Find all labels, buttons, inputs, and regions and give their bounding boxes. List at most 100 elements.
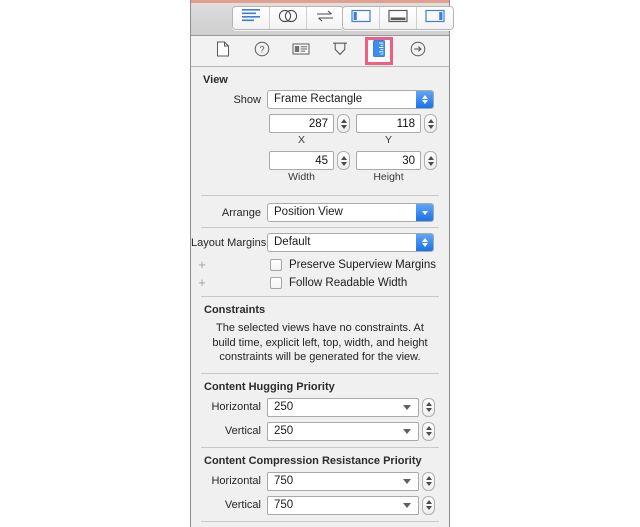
assistant-editor-button[interactable] xyxy=(270,7,307,29)
hugging-horizontal-row: Horizontal 250 xyxy=(191,397,449,417)
standard-editor-button[interactable] xyxy=(233,7,270,29)
question-circle-icon: ? xyxy=(254,41,270,62)
y-stepper[interactable] xyxy=(424,114,437,133)
hugging-vertical-combo[interactable]: 250 xyxy=(267,421,419,441)
compression-vertical-value: 750 xyxy=(274,499,294,511)
chevron-down-icon xyxy=(403,479,411,484)
venn-circles-icon xyxy=(278,9,298,28)
tab-connections-inspector[interactable] xyxy=(407,40,429,62)
arrange-popup[interactable]: Position View xyxy=(267,203,434,222)
width-caption: Width xyxy=(288,171,315,183)
show-popup-value: Frame Rectangle xyxy=(274,93,363,105)
svg-text:?: ? xyxy=(259,44,264,54)
layout-margins-popup-value: Default xyxy=(274,236,311,248)
follow-readable-width-label: Follow Readable Width xyxy=(289,276,408,289)
hugging-vertical-row: Vertical 250 xyxy=(191,421,449,441)
add-constraint-plus-icon[interactable]: + xyxy=(195,257,209,272)
left-panel-icon xyxy=(351,9,371,28)
right-panel-icon xyxy=(425,9,445,28)
layout-margins-row: Layout Margins Default xyxy=(191,233,449,252)
tab-attributes-inspector[interactable] xyxy=(329,40,351,62)
hugging-vertical-label: Vertical xyxy=(224,425,261,437)
divider-above-intrinsic-size xyxy=(201,520,439,522)
inspector-tab-bar[interactable]: ? xyxy=(191,36,449,67)
size-inspector-content: View Show Frame Rectangle 287 X 118 Y 45… xyxy=(191,67,449,527)
window-toolbar xyxy=(191,0,454,36)
layout-margins-popup[interactable]: Default xyxy=(267,233,434,252)
layout-margins-label: Layout Margins xyxy=(191,236,267,249)
slider-arrow-down-icon xyxy=(332,41,348,62)
navigator-toggle-button[interactable] xyxy=(343,7,380,29)
divider-above-hugging xyxy=(201,372,439,374)
document-icon xyxy=(216,41,230,62)
compression-horizontal-label: Horizontal xyxy=(211,475,261,487)
width-stepper[interactable] xyxy=(337,151,350,170)
preserve-superview-margins-checkbox[interactable] xyxy=(270,258,282,271)
divider-above-arrange xyxy=(201,195,439,196)
divider-above-compression xyxy=(201,446,439,448)
hugging-vertical-value: 250 xyxy=(274,425,294,437)
add-constraint-plus-icon[interactable]: + xyxy=(195,275,209,290)
version-editor-button[interactable] xyxy=(307,7,343,29)
follow-readable-width-checkbox[interactable] xyxy=(270,276,282,289)
divider-above-constraints xyxy=(201,296,439,297)
editor-mode-segmented-control[interactable] xyxy=(232,6,344,30)
divider-above-layout-margins xyxy=(201,227,439,228)
arrange-row: Arrange Position View xyxy=(191,203,449,222)
height-stepper[interactable] xyxy=(424,151,437,170)
view-toggle-segmented-control[interactable] xyxy=(342,6,454,30)
screenshot-root: ? View Show Frame Rectangle 287 X 118 Y … xyxy=(0,0,640,527)
hugging-horizontal-label: Horizontal xyxy=(211,401,261,413)
chevron-updown-icon xyxy=(416,91,433,108)
compression-resistance-title: Content Compression Resistance Priority xyxy=(204,454,422,467)
ruler-icon xyxy=(372,40,385,62)
id-card-icon xyxy=(292,42,310,61)
content-hugging-title: Content Hugging Priority xyxy=(204,380,335,393)
y-field[interactable]: 118 xyxy=(356,114,421,133)
arrow-right-circle-icon xyxy=(410,41,426,62)
tab-size-inspector[interactable] xyxy=(364,37,393,65)
hugging-horizontal-combo[interactable]: 250 xyxy=(267,397,419,417)
utilities-toggle-button[interactable] xyxy=(417,7,453,29)
follow-readable-width-row: + Follow Readable Width xyxy=(191,275,449,290)
arrange-label: Arrange xyxy=(221,206,261,219)
utilities-inspector-panel: ? View Show Frame Rectangle 287 X 118 Y … xyxy=(190,0,454,527)
compression-vertical-combo[interactable]: 750 xyxy=(267,495,419,515)
height-field[interactable]: 30 xyxy=(356,151,421,170)
frame-xy-row: 287 X 118 Y xyxy=(191,114,449,151)
lines-icon xyxy=(242,9,260,27)
y-caption: Y xyxy=(384,134,392,146)
compression-horizontal-row: Horizontal 750 xyxy=(191,471,449,491)
compression-horizontal-value: 750 xyxy=(274,475,294,487)
hugging-vertical-stepper[interactable] xyxy=(422,421,435,441)
preserve-superview-margins-label: Preserve Superview Margins xyxy=(289,258,437,271)
compression-horizontal-stepper[interactable] xyxy=(422,471,435,491)
bottom-panel-icon xyxy=(388,9,408,28)
chevron-down-icon xyxy=(403,429,411,434)
show-label: Show xyxy=(233,93,261,106)
tab-identity-inspector[interactable] xyxy=(290,40,312,62)
x-field[interactable]: 287 xyxy=(269,114,334,133)
hugging-horizontal-value: 250 xyxy=(274,401,294,413)
tab-quick-help-inspector[interactable]: ? xyxy=(251,40,273,62)
show-popup[interactable]: Frame Rectangle xyxy=(267,90,434,109)
preserve-superview-margins-row: + Preserve Superview Margins xyxy=(191,257,449,272)
frame-size-row: 45 Width 30 Height xyxy=(191,151,449,188)
compression-vertical-stepper[interactable] xyxy=(422,495,435,515)
compression-horizontal-combo[interactable]: 750 xyxy=(267,471,419,491)
constraints-description: The selected views have no constraints. … xyxy=(212,322,428,363)
compression-vertical-row: Vertical 750 xyxy=(191,495,449,515)
width-field[interactable]: 45 xyxy=(269,151,334,170)
chevron-down-icon xyxy=(403,503,411,508)
chevron-updown-icon xyxy=(416,234,433,251)
view-section-title: View xyxy=(203,74,228,86)
hugging-horizontal-stepper[interactable] xyxy=(422,397,435,417)
show-row: Show Frame Rectangle xyxy=(191,90,449,109)
x-caption: X xyxy=(297,134,305,146)
tab-file-inspector[interactable] xyxy=(212,40,234,62)
debug-area-toggle-button[interactable] xyxy=(380,7,417,29)
height-caption: Height xyxy=(373,171,404,183)
chevron-down-icon xyxy=(403,405,411,410)
chevron-down-icon xyxy=(416,204,433,221)
x-stepper[interactable] xyxy=(337,114,350,133)
